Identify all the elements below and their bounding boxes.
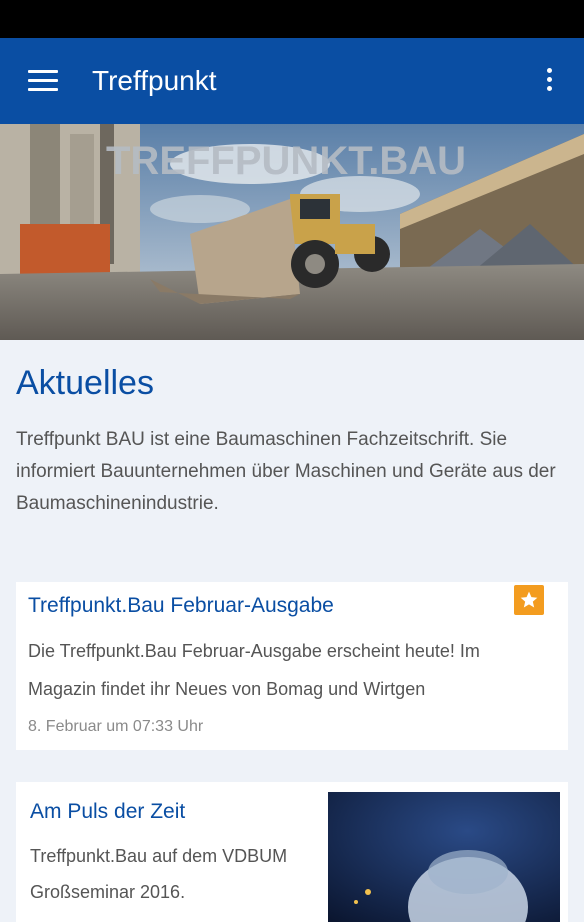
more-vert-icon[interactable]	[540, 68, 560, 94]
status-bar	[0, 0, 584, 38]
section-intro: Treffpunkt BAU ist eine Baumaschinen Fac…	[16, 429, 556, 514]
app-bar: Treffpunkt	[0, 38, 584, 124]
hero-banner-image: TREFFPUNKT.BAU	[0, 124, 584, 340]
app-title: Treffpunkt	[92, 65, 217, 96]
post-date: 8. Februar um 07:33 Uhr	[28, 718, 204, 735]
hamburger-menu-icon[interactable]	[28, 70, 58, 92]
post-title[interactable]: Am Puls der Zeit	[30, 800, 185, 824]
post-title[interactable]: Treffpunkt.Bau Februar-Ausgabe	[28, 594, 334, 618]
hero-logo-text: TREFFPUNKT.BAU	[106, 139, 466, 183]
section-title: Aktuelles	[16, 364, 154, 402]
post-card[interactable]: Am Puls der Zeit Treffpunkt.Bau auf dem …	[16, 782, 568, 922]
post-card[interactable]: Treffpunkt.Bau Februar-Ausgabe Die Treff…	[16, 582, 568, 750]
post-body: Treffpunkt.Bau auf dem VDBUM Großseminar…	[30, 846, 288, 902]
star-icon[interactable]	[514, 585, 544, 615]
post-body: Die Treffpunkt.Bau Februar-Ausgabe ersch…	[28, 641, 480, 699]
post-thumbnail-image[interactable]	[328, 792, 560, 922]
